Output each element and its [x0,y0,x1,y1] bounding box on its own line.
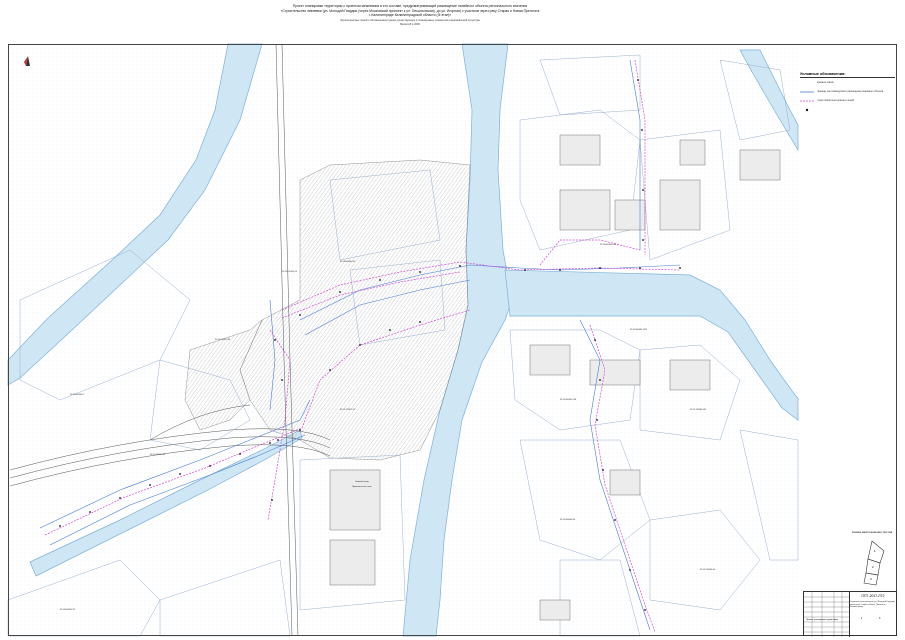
scheme-sheet-2: 2 [872,565,874,569]
line-magenta-icon [800,90,814,102]
title-block-grid [804,592,850,637]
scheme-diagram: 1 2 3 [863,540,885,586]
legend: Условные обозначения: красные линии гран… [800,72,895,172]
scheme-heading: Схема расположения листов [851,530,893,534]
legend-item-points: точки поворотных красных линий [800,99,895,112]
legend-text: границы зон планируемого размещения лине… [817,90,884,93]
document-code: ППТ-2017-ЛТ2 [861,594,885,598]
title-scale: Масштаб 1:2000 [400,23,420,27]
map-frame [8,44,897,636]
legend-text: точки поворотных красных линий [817,99,854,102]
drawing-sheet: 39:15:000000:1 39:15:131017:88 39:15:13101… [0,0,905,640]
sheet-total: 3 [879,617,881,620]
title-main: Проект планировки территории с проектом … [280,4,540,18]
scheme-sheet-1: 1 [874,549,876,553]
line-blue-icon [800,81,814,93]
legend-text: красные линии [817,81,834,84]
legend-item-red-lines: красные линии [800,81,895,93]
document-description: Строительство ливневки (ул. Молодой Гвар… [850,601,895,608]
document-type: Проект планировки территории [806,619,839,621]
legend-heading: Условные обозначения: [800,72,895,78]
scheme-sheet-3: 3 [870,577,872,581]
title-block: ППТ-2017-ЛТ2 Строительство ливневки (ул.… [803,591,897,637]
sheet-layout-scheme: Схема расположения листов 1 2 3 [850,530,894,590]
legend-item-zone: границы зон планируемого размещения лине… [800,90,895,102]
sheet-number: 1 [861,617,863,620]
drawing-title: Проект планировки территории с проектом … [280,4,540,28]
point-black-icon [800,99,814,112]
